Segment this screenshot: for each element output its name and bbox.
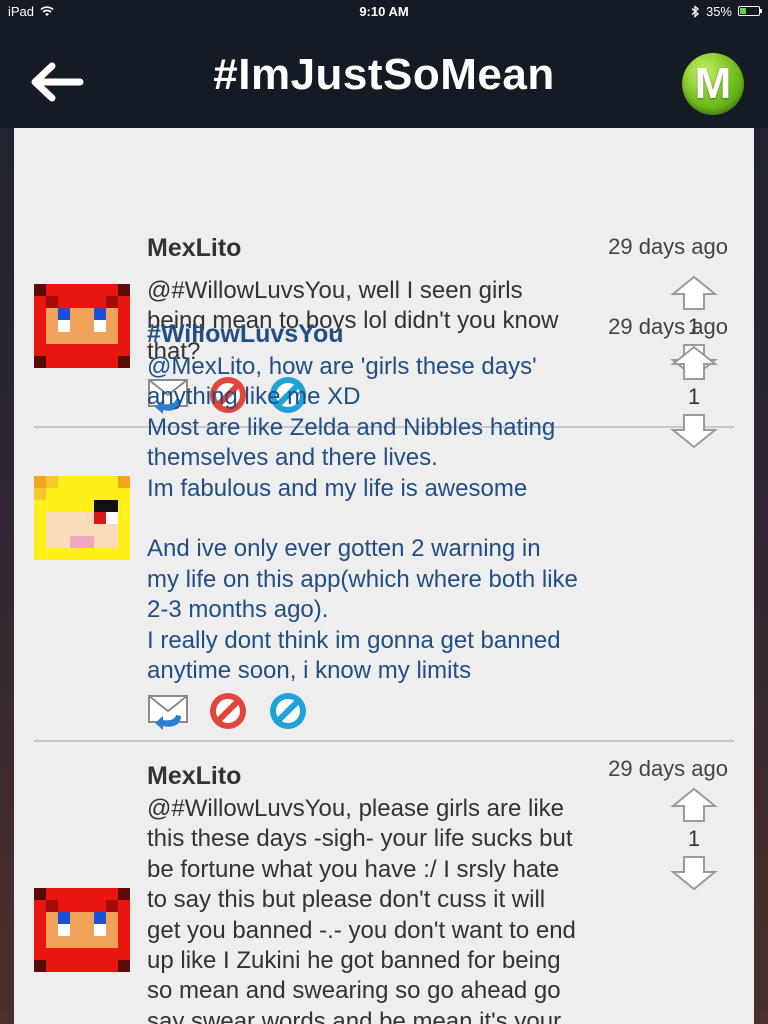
status-right: 35% [691, 3, 762, 19]
reply-mail-icon[interactable] [147, 690, 189, 732]
logo-letter: M [694, 59, 732, 108]
comment-body: @#WillowLuvsYou, please girls are like t… [147, 795, 576, 1024]
comment-body: @MexLito, how are 'girls these days' any… [147, 353, 578, 685]
battery-fill [740, 8, 747, 14]
status-bar: iPad 9:10 AM 35% [0, 0, 768, 22]
comment-post: MexLito 29 days ago @#WillowLuvsYou, ple… [14, 742, 754, 1024]
comment-feed[interactable]: MexLito 29 days ago @#WillowLuvsYou, wel… [14, 128, 754, 1024]
upvote-arrow-icon[interactable] [670, 786, 718, 824]
user-avatar[interactable] [34, 888, 130, 972]
comment-username[interactable]: MexLito [147, 762, 241, 791]
report-icon[interactable] [267, 690, 309, 732]
status-left: iPad [8, 4, 54, 19]
comment-timestamp: 29 days ago [608, 314, 728, 339]
comment-post: #WillowLuvsYou 29 days ago @MexLito, how… [14, 300, 754, 742]
comment-actions [147, 690, 309, 732]
user-avatar[interactable] [34, 476, 130, 560]
status-time: 9:10 AM [359, 3, 409, 19]
comment-username[interactable]: MexLito [147, 234, 241, 263]
downvote-arrow-icon[interactable] [670, 854, 718, 892]
app-logo-button[interactable]: M [682, 53, 744, 115]
comment-username[interactable]: #WillowLuvsYou [147, 320, 344, 349]
upvote-arrow-icon[interactable] [670, 344, 718, 382]
device-name: iPad [8, 3, 35, 19]
vote-control: 1 [670, 344, 718, 450]
nav-bar: #ImJustSoMean M [0, 22, 768, 128]
comment-timestamp: 29 days ago [608, 756, 728, 781]
comment-timestamp: 29 days ago [608, 234, 728, 259]
block-icon[interactable] [207, 690, 249, 732]
downvote-arrow-icon[interactable] [670, 412, 718, 450]
bluetooth-icon [691, 4, 699, 18]
vote-control: 1 [670, 786, 718, 892]
blonde-pixel-avatar-icon [34, 476, 130, 560]
page-title: #ImJustSoMean [213, 50, 555, 99]
vote-count: 1 [687, 384, 701, 409]
red-pixel-avatar-icon [34, 888, 130, 972]
vote-count: 1 [687, 826, 701, 851]
wifi-icon [40, 5, 54, 16]
battery-percent: 35% [705, 3, 732, 19]
back-arrow-icon[interactable] [26, 60, 86, 104]
battery-icon [738, 6, 762, 16]
